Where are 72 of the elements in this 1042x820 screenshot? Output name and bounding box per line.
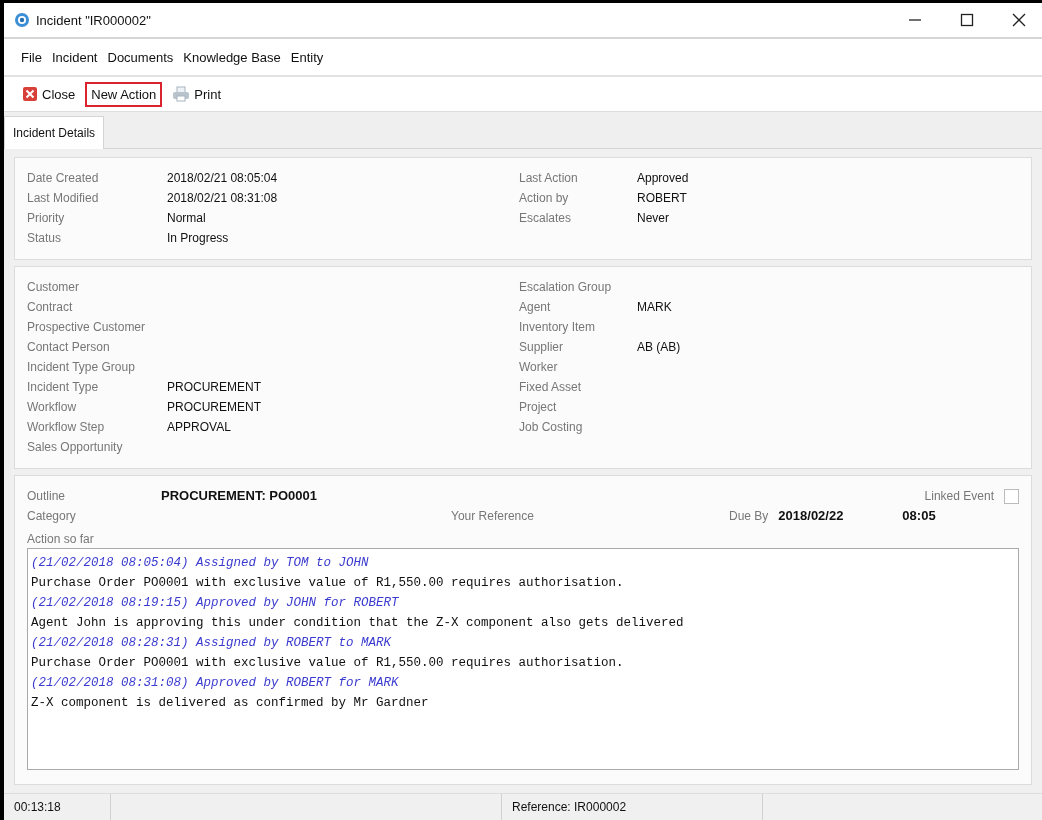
close-icon: [22, 86, 38, 102]
toolbar-button[interactable]: Print: [166, 81, 228, 107]
field-value: Approved: [637, 170, 690, 187]
field-label: Agent: [519, 299, 552, 316]
toolbar-button[interactable]: Close: [16, 81, 82, 107]
field-label: Action by: [519, 190, 570, 207]
log-entry-text: Z-X component is delivered as confirmed by Mr Gardner: [31, 695, 430, 712]
menu-item[interactable]: Incident: [48, 47, 101, 67]
field-label: Linked Event: [924, 488, 994, 505]
menu-item[interactable]: Knowledge Base: [180, 47, 284, 67]
field-label: Status: [27, 230, 63, 247]
log-entry-header: (21/02/2018 08:28:31) Assigned by ROBERT to MARK: [31, 635, 393, 652]
field-label: Escalates: [519, 210, 573, 227]
field-label: Supplier: [519, 339, 565, 356]
field-value: Never: [637, 210, 670, 227]
field-value: PROCUREMENT: PO0001: [161, 487, 319, 505]
field-label: Your Reference: [451, 508, 535, 525]
field-value: 2018/02/21 08:05:04: [167, 170, 279, 187]
field-label: Project: [519, 399, 558, 416]
field-label: Customer: [27, 279, 80, 296]
field-value: PROCUREMENT: [167, 399, 262, 416]
field-label: Escalation Group: [519, 279, 613, 296]
field-label: Workflow: [27, 399, 78, 416]
action-log[interactable]: [27, 548, 1019, 770]
field-value: MARK: [637, 299, 673, 316]
field-label: Last Action: [519, 170, 579, 187]
maximize-icon: [960, 13, 974, 27]
field-label: Outline: [27, 488, 67, 505]
field-value: ROBERT: [637, 190, 688, 207]
linked-event-checkbox[interactable]: [1004, 488, 1019, 504]
log-entry-header: (21/02/2018 08:05:04) Assigned by TOM to JOHN: [31, 555, 370, 572]
field-label: Inventory Item: [519, 319, 597, 336]
field-value: Normal: [167, 210, 207, 227]
field-label: Date Created: [27, 170, 100, 187]
status-timer: 00:13:18: [4, 794, 111, 820]
log-entry-text: Agent John is approving this under condition that the Z-X component also gets delivered: [31, 615, 685, 632]
field-label: Prospective Customer: [27, 319, 147, 336]
field-label: Contract: [27, 299, 74, 316]
due-date: 2018/02/22: [778, 507, 845, 525]
field-label: Action so far: [27, 532, 95, 546]
field-label: Job Costing: [519, 419, 584, 436]
app-icon: [14, 12, 30, 28]
field-label: Sales Opportunity: [27, 439, 124, 456]
log-entry-text: Purchase Order PO0001 with exclusive value of R1,550.00 requires authorisation.: [31, 575, 625, 592]
field-label: Workflow Step: [27, 419, 106, 436]
field-value: APPROVAL: [167, 419, 232, 436]
field-label: Due By: [729, 508, 769, 525]
close-icon: [1012, 13, 1026, 27]
printer-icon: [172, 86, 191, 102]
due-time: 08:05: [902, 507, 936, 525]
log-entry-header: (21/02/2018 08:19:15) Approved by JOHN for ROBERT: [31, 595, 400, 612]
field-label: Category: [27, 508, 77, 525]
field-value: 2018/02/21 08:31:08: [167, 190, 279, 207]
field-label: Priority: [27, 210, 66, 227]
field-label: Incident Type Group: [27, 359, 136, 376]
menu-item[interactable]: Documents: [104, 47, 177, 67]
tab[interactable]: Incident Details: [4, 116, 105, 149]
field-label: Contact Person: [27, 339, 111, 356]
field-value: AB (AB): [637, 339, 682, 356]
field-value: PROCUREMENT: [167, 379, 262, 396]
menu-item[interactable]: Entity: [287, 47, 327, 67]
field-label: Worker: [519, 359, 559, 376]
toolbar-button[interactable]: New Action: [85, 81, 163, 107]
window-title: Incident "IR000002": [36, 12, 152, 28]
menu-item[interactable]: File: [18, 47, 45, 67]
field-label: Last Modified: [27, 190, 100, 207]
field-value: In Progress: [167, 230, 230, 247]
status-reference: Reference: IR000002: [502, 794, 763, 820]
log-entry-header: (21/02/2018 08:31:08) Approved by ROBERT for MARK: [31, 675, 400, 692]
field-label: Incident Type: [27, 379, 100, 396]
log-entry-text: Purchase Order PO0001 with exclusive value of R1,550.00 requires authorisation.: [31, 655, 625, 672]
field-label: Fixed Asset: [519, 379, 583, 396]
